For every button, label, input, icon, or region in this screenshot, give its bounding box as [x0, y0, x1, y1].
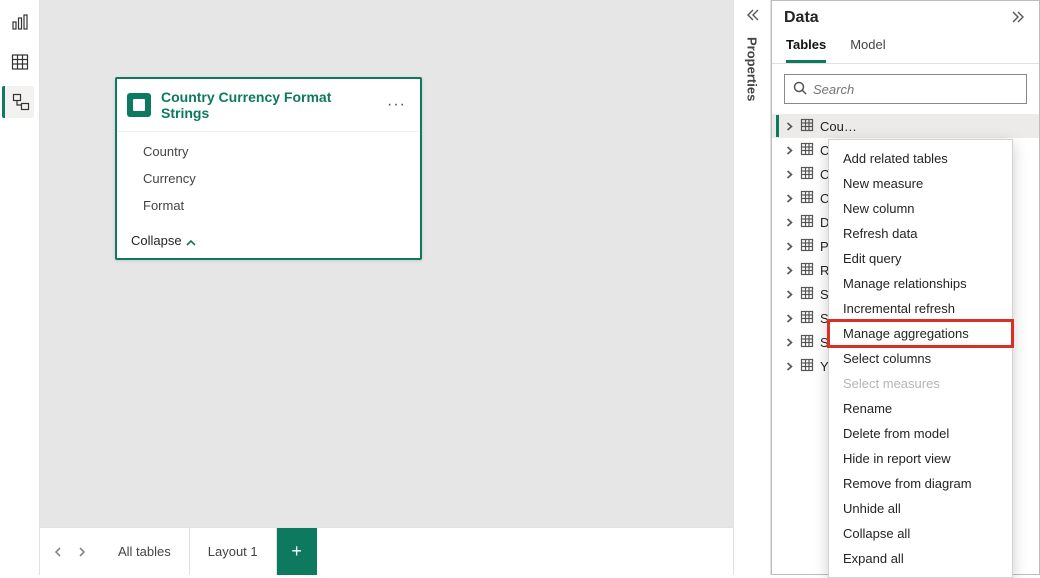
- layout-tab[interactable]: Layout 1: [190, 528, 277, 575]
- chevron-right-icon: [785, 215, 794, 230]
- model-view-button[interactable]: [2, 86, 34, 118]
- collapse-card-button[interactable]: Collapse: [117, 225, 420, 258]
- add-layout-button[interactable]: +: [277, 528, 317, 575]
- chevron-right-icon: [785, 311, 794, 326]
- data-pane-tabs: Tables Model: [772, 31, 1039, 64]
- table-icon: [800, 118, 814, 135]
- context-menu-item[interactable]: Manage aggregations: [829, 321, 1012, 346]
- table-icon: [800, 310, 814, 327]
- data-pane-title: Data: [784, 9, 819, 27]
- chevron-right-icon: [785, 191, 794, 206]
- report-view-button[interactable]: [4, 6, 36, 38]
- context-menu-item[interactable]: Unhide all: [829, 496, 1012, 521]
- chevron-right-icon: [785, 239, 794, 254]
- context-menu-item[interactable]: New column: [829, 196, 1012, 221]
- collapse-data-pane-button[interactable]: [1011, 10, 1027, 27]
- layout-tab-strip: All tables Layout 1 +: [40, 527, 733, 575]
- context-menu-item[interactable]: Manage relationships: [829, 271, 1012, 296]
- table-icon: [800, 190, 814, 207]
- selection-indicator: [776, 235, 779, 257]
- context-menu-item[interactable]: Hide in report view: [829, 446, 1012, 471]
- context-menu-item: Select measures: [829, 371, 1012, 396]
- collapse-label: Collapse: [131, 233, 182, 248]
- model-field-row[interactable]: Currency: [117, 165, 420, 192]
- context-menu-item[interactable]: Remove from diagram: [829, 471, 1012, 496]
- model-canvas[interactable]: Country Currency Format Strings ··· Coun…: [40, 0, 733, 527]
- context-menu-item[interactable]: Select columns: [829, 346, 1012, 371]
- context-menu-item[interactable]: Edit query: [829, 246, 1012, 271]
- selection-indicator: [776, 355, 779, 377]
- chevron-right-icon: [785, 359, 794, 374]
- data-search-box[interactable]: [784, 74, 1027, 104]
- chevron-up-icon: [186, 236, 196, 246]
- table-icon: [800, 214, 814, 231]
- context-menu-item[interactable]: Incremental refresh: [829, 296, 1012, 321]
- data-view-button[interactable]: [4, 46, 36, 78]
- model-table-card-title: Country Currency Format Strings: [161, 89, 383, 121]
- table-icon: [800, 334, 814, 351]
- model-field-row[interactable]: Format: [117, 192, 420, 219]
- properties-pane-label: Properties: [745, 37, 760, 101]
- layout-tab[interactable]: All tables: [100, 528, 190, 575]
- chevron-right-icon: [785, 335, 794, 350]
- tab-nav-prev-button[interactable]: [46, 536, 70, 568]
- context-menu-item[interactable]: Add related tables: [829, 146, 1012, 171]
- selection-indicator: [776, 187, 779, 209]
- selection-indicator: [776, 211, 779, 233]
- properties-pane-collapsed: Properties: [733, 0, 771, 575]
- model-table-card-more-button[interactable]: ···: [383, 100, 410, 110]
- selection-indicator: [776, 283, 779, 305]
- selection-indicator: [776, 331, 779, 353]
- table-icon: [800, 358, 814, 375]
- search-icon: [793, 81, 807, 98]
- table-icon: [800, 142, 814, 159]
- search-input[interactable]: [813, 82, 1018, 97]
- model-table-card-fields: Country Currency Format: [117, 132, 420, 225]
- chevron-right-icon: [785, 143, 794, 158]
- table-icon: [127, 93, 151, 117]
- context-menu-item[interactable]: Delete from model: [829, 421, 1012, 446]
- tab-nav-next-button[interactable]: [70, 536, 94, 568]
- data-pane-header: Data: [772, 1, 1039, 31]
- left-view-bar: [0, 0, 40, 575]
- selection-indicator: [776, 115, 779, 137]
- selection-indicator: [776, 307, 779, 329]
- selection-indicator: [776, 259, 779, 281]
- chevron-right-icon: [785, 119, 794, 134]
- data-table-row-label: Cou…: [820, 119, 857, 134]
- tab-nav: [40, 528, 100, 575]
- chevron-right-icon: [785, 263, 794, 278]
- data-tab-model[interactable]: Model: [850, 37, 885, 63]
- context-menu-item[interactable]: Collapse all: [829, 521, 1012, 546]
- chevron-right-icon: [785, 287, 794, 302]
- context-menu-item[interactable]: Rename: [829, 396, 1012, 421]
- selection-indicator: [776, 163, 779, 185]
- table-icon: [800, 166, 814, 183]
- table-icon: [800, 262, 814, 279]
- table-icon: [800, 286, 814, 303]
- table-context-menu: Add related tablesNew measureNew columnR…: [828, 139, 1013, 578]
- context-menu-item[interactable]: New measure: [829, 171, 1012, 196]
- table-icon: [800, 238, 814, 255]
- model-field-row[interactable]: Country: [117, 138, 420, 165]
- expand-properties-button[interactable]: [744, 8, 760, 25]
- chevron-right-icon: [785, 167, 794, 182]
- data-search-wrap: [772, 64, 1039, 114]
- context-menu-item[interactable]: Refresh data: [829, 221, 1012, 246]
- model-table-card-header[interactable]: Country Currency Format Strings ···: [117, 79, 420, 132]
- data-tab-tables[interactable]: Tables: [786, 37, 826, 63]
- data-table-row[interactable]: Cou…: [772, 114, 1039, 138]
- selection-indicator: [776, 139, 779, 161]
- context-menu-item[interactable]: Expand all: [829, 546, 1012, 571]
- model-table-card[interactable]: Country Currency Format Strings ··· Coun…: [115, 77, 422, 260]
